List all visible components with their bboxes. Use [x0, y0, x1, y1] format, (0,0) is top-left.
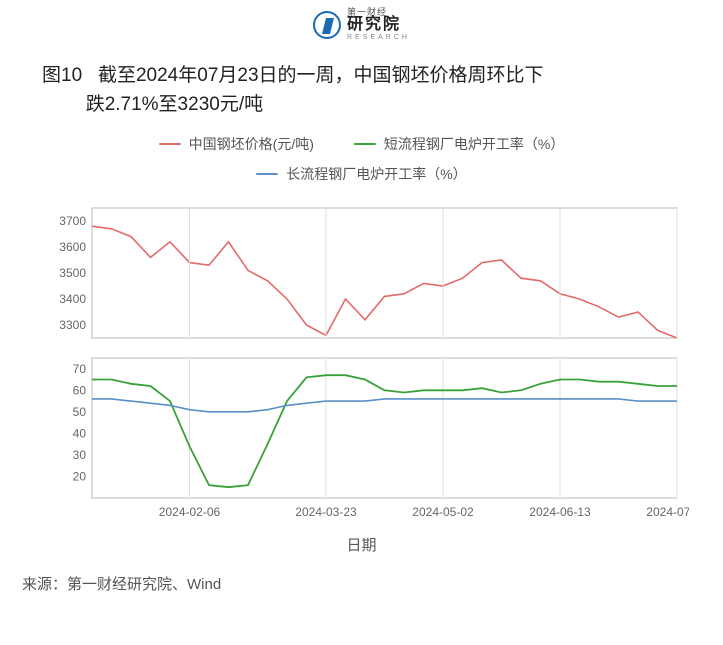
svg-text:2024-06-13: 2024-06-13 — [529, 505, 591, 519]
svg-text:50: 50 — [73, 405, 87, 419]
legend: 中国钢坯价格(元/吨) 短流程钢厂电炉开工率（%） 长流程钢厂电炉开工率（%） — [0, 134, 723, 194]
legend-swatch-green — [354, 143, 376, 145]
svg-text:3500: 3500 — [59, 266, 86, 280]
brand-logo: 第一财经 研究院 RESEARCH — [0, 0, 723, 55]
svg-text:20: 20 — [73, 469, 87, 483]
chart-svg: 3300 3400 3500 3600 3700 20 30 40 50 60 70 2024-02-… — [34, 200, 689, 530]
legend-label-3: 长流程钢厂电炉开工率（%） — [286, 164, 466, 184]
title-line1: 截至2024年07月23日的一周，中国钢坯价格周环比下 — [98, 65, 544, 86]
title-line2: 跌2.71%至3230元/吨 — [42, 94, 263, 115]
svg-text:70: 70 — [73, 362, 87, 376]
svg-text:3600: 3600 — [59, 240, 86, 254]
svg-text:2024-05-02: 2024-05-02 — [412, 505, 474, 519]
title-prefix: 图10 — [42, 65, 82, 86]
svg-text:2024-02-06: 2024-02-06 — [159, 505, 221, 519]
logo-icon — [313, 11, 341, 39]
legend-item-short: 短流程钢厂电炉开工率（%） — [354, 134, 564, 154]
svg-text:2024-07-23: 2024-07-23 — [646, 505, 689, 519]
svg-text:2024-03-23: 2024-03-23 — [295, 505, 357, 519]
svg-text:60: 60 — [73, 383, 87, 397]
legend-swatch-blue — [256, 173, 278, 175]
svg-text:3400: 3400 — [59, 292, 86, 306]
logo-sub: RESEARCH — [347, 34, 410, 41]
logo-text: 第一财经 研究院 RESEARCH — [347, 8, 410, 41]
svg-text:3300: 3300 — [59, 318, 86, 332]
legend-item-long: 长流程钢厂电炉开工率（%） — [256, 164, 466, 184]
svg-text:3700: 3700 — [59, 214, 86, 228]
source-line: 来源：第一财经研究院、Wind — [0, 555, 723, 594]
legend-label-2: 短流程钢厂电炉开工率（%） — [384, 134, 564, 154]
logo-mid: 研究院 — [347, 17, 410, 33]
legend-label-1: 中国钢坯价格(元/吨) — [189, 134, 314, 154]
svg-text:40: 40 — [73, 426, 87, 440]
legend-item-price: 中国钢坯价格(元/吨) — [159, 134, 314, 154]
chart-area: 3300 3400 3500 3600 3700 20 30 40 50 60 70 2024-02-… — [34, 200, 689, 555]
svg-text:30: 30 — [73, 448, 87, 462]
chart-title: 图10 截至2024年07月23日的一周，中国钢坯价格周环比下 跌2.71%至3… — [0, 55, 723, 134]
legend-swatch-red — [159, 143, 181, 145]
x-axis-label: 日期 — [34, 534, 689, 555]
